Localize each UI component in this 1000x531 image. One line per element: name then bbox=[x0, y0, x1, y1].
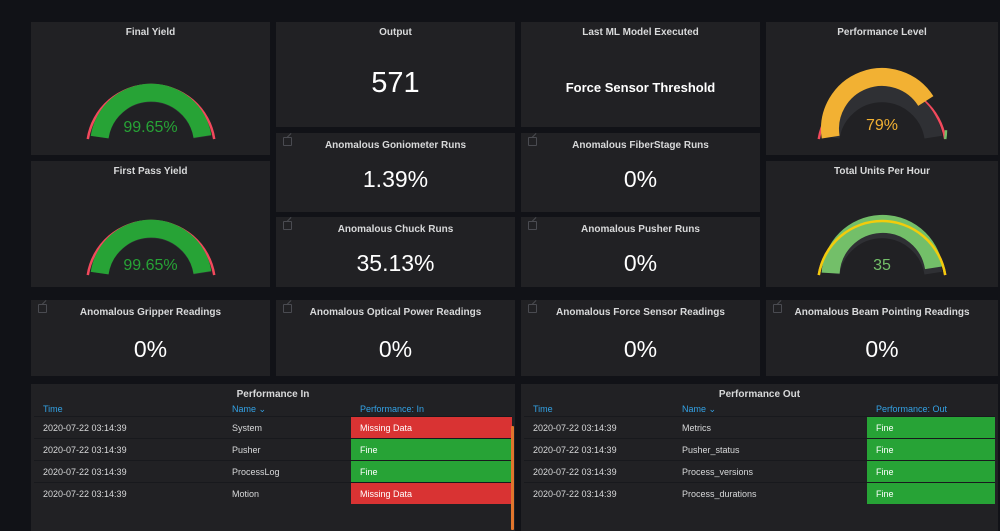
performance-level-panel[interactable]: Performance Level 79% bbox=[766, 22, 998, 155]
table-row: 2020-07-22 03:14:39 Motion Missing Data bbox=[34, 482, 512, 504]
beam-pointing-panel[interactable]: Anomalous Beam Pointing Readings 0% bbox=[766, 300, 998, 376]
performance-out-table: Time Name ⌄ Performance: Out 2020-07-22 … bbox=[524, 402, 995, 504]
status-cell: Fine bbox=[351, 438, 512, 461]
output-panel[interactable]: Output 571 bbox=[276, 22, 515, 127]
time-cell: 2020-07-22 03:14:39 bbox=[34, 482, 223, 504]
stat-value: 0% bbox=[865, 336, 899, 362]
panel-title: Anomalous FiberStage Runs bbox=[572, 140, 709, 151]
time-cell: 2020-07-22 03:14:39 bbox=[524, 460, 673, 483]
dashboard: Final Yield 99.65% Output 571 Last ML Mo… bbox=[0, 0, 1000, 531]
fiberstage-panel[interactable]: Anomalous FiberStage Runs 0% bbox=[521, 133, 760, 212]
panel-title: Anomalous Goniometer Runs bbox=[324, 140, 467, 151]
panel-title: Last ML Model Executed bbox=[582, 27, 699, 38]
column-header-time[interactable]: Time bbox=[34, 402, 223, 417]
time-cell: 2020-07-22 03:14:39 bbox=[524, 438, 673, 461]
table-row: 2020-07-22 03:14:39 Process_durations Fi… bbox=[524, 482, 995, 504]
column-header-performance[interactable]: Performance: In bbox=[351, 402, 512, 417]
final-yield-panel[interactable]: Final Yield 99.65% bbox=[31, 22, 270, 155]
status-cell: Missing Data bbox=[351, 416, 512, 439]
status-cell: Fine bbox=[867, 438, 995, 461]
status-cell: Fine bbox=[867, 460, 995, 483]
stat-value: 0% bbox=[623, 166, 658, 192]
time-cell: 2020-07-22 03:14:39 bbox=[34, 460, 223, 483]
first-pass-yield-panel[interactable]: First Pass Yield 99.65% bbox=[31, 161, 270, 287]
gripper-panel[interactable]: Anomalous Gripper Readings 0% bbox=[31, 300, 270, 376]
stat-value: 35.13% bbox=[356, 250, 435, 276]
panel-title: Anomalous Force Sensor Readings bbox=[556, 307, 725, 318]
gauge-value: 99.65% bbox=[123, 119, 178, 136]
table-row: 2020-07-22 03:14:39 ProcessLog Fine bbox=[34, 460, 512, 483]
last-ml-panel[interactable]: Last ML Model Executed Force Sensor Thre… bbox=[521, 22, 760, 127]
name-cell: Motion bbox=[223, 482, 351, 504]
performance-out-panel[interactable]: Performance Out Time Name ⌄ Performance:… bbox=[521, 384, 998, 531]
status-cell: Fine bbox=[867, 416, 995, 439]
stat-value: 1.39% bbox=[362, 166, 429, 192]
stat-value: 0% bbox=[623, 336, 658, 362]
table-row: 2020-07-22 03:14:39 Process_versions Fin… bbox=[524, 460, 995, 483]
column-header-name[interactable]: Name ⌄ bbox=[223, 402, 351, 417]
panel-title: Anomalous Gripper Readings bbox=[79, 307, 222, 318]
units-per-hour-panel[interactable]: Total Units Per Hour 35 bbox=[766, 161, 998, 287]
panel-title: Anomalous Beam Pointing Readings bbox=[794, 307, 970, 318]
panel-title: Anomalous Chuck Runs bbox=[337, 224, 454, 235]
stat-value: 571 bbox=[371, 67, 420, 99]
panel-title: Output bbox=[379, 27, 412, 38]
performance-level-gauge bbox=[817, 68, 948, 140]
column-header-time[interactable]: Time bbox=[524, 402, 673, 417]
panel-title: Performance In bbox=[236, 389, 310, 400]
stat-value: 0% bbox=[133, 336, 168, 362]
time-cell: 2020-07-22 03:14:39 bbox=[524, 482, 673, 504]
gauge-value: 79% bbox=[865, 117, 899, 134]
table-row: 2020-07-22 03:14:39 System Missing Data bbox=[34, 416, 512, 439]
scrollbar[interactable] bbox=[511, 426, 514, 530]
performance-in-panel[interactable]: Performance In Time Name ⌄ Performance: … bbox=[31, 384, 515, 531]
table-row: 2020-07-22 03:14:39 Metrics Fine bbox=[524, 416, 995, 439]
name-cell: ProcessLog bbox=[223, 460, 351, 483]
panel-title: Performance Out bbox=[718, 389, 801, 400]
status-cell: Fine bbox=[351, 460, 512, 483]
name-cell: Metrics bbox=[673, 416, 867, 439]
time-cell: 2020-07-22 03:14:39 bbox=[524, 416, 673, 439]
optical-panel[interactable]: Anomalous Optical Power Readings 0% bbox=[276, 300, 515, 376]
time-cell: 2020-07-22 03:14:39 bbox=[34, 438, 223, 461]
chuck-panel[interactable]: Anomalous Chuck Runs 35.13% bbox=[276, 217, 515, 287]
panel-title: Anomalous Optical Power Readings bbox=[309, 307, 482, 318]
name-cell: System bbox=[223, 416, 351, 439]
column-header-name[interactable]: Name ⌄ bbox=[673, 402, 867, 417]
status-cell: Fine bbox=[867, 482, 995, 504]
name-cell: Pusher bbox=[223, 438, 351, 461]
status-cell: Missing Data bbox=[351, 482, 512, 504]
panel-title: Anomalous Pusher Runs bbox=[581, 224, 700, 235]
pusher-panel[interactable]: Anomalous Pusher Runs 0% bbox=[521, 217, 760, 287]
name-cell: Process_versions bbox=[673, 460, 867, 483]
stat-value: 0% bbox=[378, 336, 413, 362]
gauge-value: 35 bbox=[873, 257, 891, 274]
stat-value: Force Sensor Threshold bbox=[565, 80, 716, 95]
goniometer-panel[interactable]: Anomalous Goniometer Runs 1.39% bbox=[276, 133, 515, 212]
name-cell: Process_durations bbox=[673, 482, 867, 504]
table-row: 2020-07-22 03:14:39 Pusher Fine bbox=[34, 438, 512, 461]
performance-in-table: Time Name ⌄ Performance: In 2020-07-22 0… bbox=[34, 402, 512, 504]
gauge-value: 99.65% bbox=[123, 257, 178, 274]
stat-value: 0% bbox=[623, 250, 658, 276]
table-row: 2020-07-22 03:14:39 Pusher_status Fine bbox=[524, 438, 995, 461]
column-header-performance[interactable]: Performance: Out bbox=[867, 402, 995, 417]
force-sensor-panel[interactable]: Anomalous Force Sensor Readings 0% bbox=[521, 300, 760, 376]
name-cell: Pusher_status bbox=[673, 438, 867, 461]
time-cell: 2020-07-22 03:14:39 bbox=[34, 416, 223, 439]
